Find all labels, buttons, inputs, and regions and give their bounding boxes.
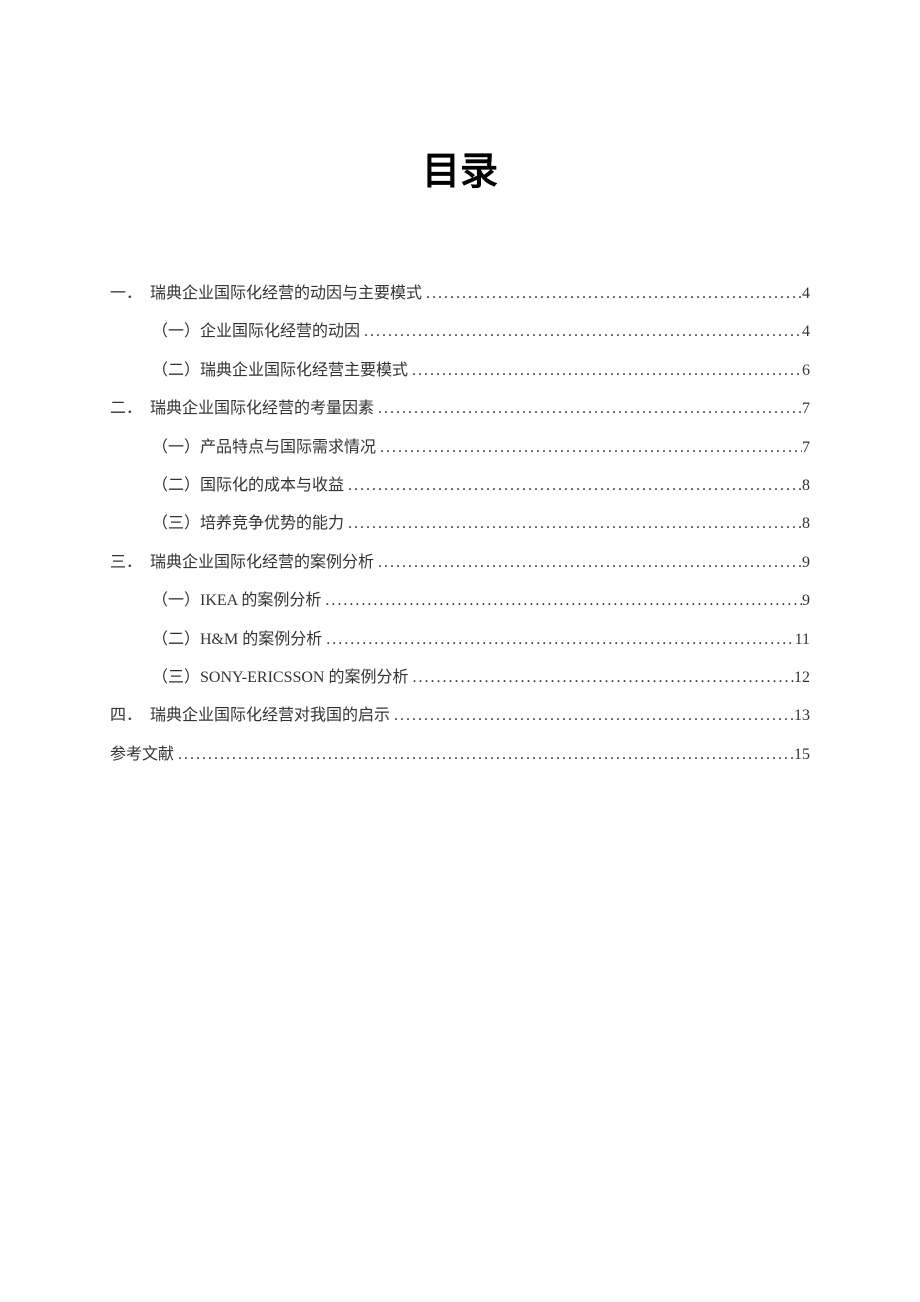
toc-entry: （二）H&M 的案例分析 11 — [110, 621, 810, 659]
toc-label: （二）H&M 的案例分析 — [152, 621, 322, 659]
toc-entry: 参考文献 15 — [110, 736, 810, 774]
toc-page-number: 7 — [802, 429, 810, 467]
toc-page-number: 13 — [794, 697, 810, 735]
toc-page-number: 4 — [802, 275, 810, 313]
toc-prefix: 一． — [110, 275, 150, 313]
toc-leader-dots — [422, 275, 802, 313]
toc-prefix: 三． — [110, 544, 150, 582]
toc-leader-dots — [408, 659, 794, 697]
toc-page-number: 8 — [802, 467, 810, 505]
toc-leader-dots — [390, 697, 794, 735]
page-title: 目录 — [110, 140, 810, 195]
toc-label: （二）国际化的成本与收益 — [152, 467, 344, 505]
toc-entry: 二．瑞典企业国际化经营的考量因素 7 — [110, 390, 810, 428]
toc-page-number: 7 — [802, 390, 810, 428]
toc-entry: （二）国际化的成本与收益 8 — [110, 467, 810, 505]
toc-label: 瑞典企业国际化经营的考量因素 — [150, 390, 374, 428]
toc-leader-dots — [322, 621, 794, 659]
toc-entry: （一）产品特点与国际需求情况 7 — [110, 429, 810, 467]
toc-entry: 三．瑞典企业国际化经营的案例分析 9 — [110, 544, 810, 582]
toc-page-number: 11 — [795, 621, 810, 659]
toc-page-number: 15 — [794, 736, 810, 774]
toc-entry: （一）企业国际化经营的动因 4 — [110, 313, 810, 351]
toc-page-number: 9 — [802, 582, 810, 620]
toc-page-number: 9 — [802, 544, 810, 582]
toc-label: 瑞典企业国际化经营的动因与主要模式 — [150, 275, 422, 313]
toc-label: 瑞典企业国际化经营对我国的启示 — [150, 697, 390, 735]
toc-leader-dots — [344, 505, 802, 543]
toc-leader-dots — [374, 390, 802, 428]
toc-leader-dots — [360, 313, 802, 351]
toc-entry: 四．瑞典企业国际化经营对我国的启示 13 — [110, 697, 810, 735]
toc-entry: （一）IKEA 的案例分析 9 — [110, 582, 810, 620]
toc-page-number: 6 — [802, 352, 810, 390]
toc-label: （三）SONY-ERICSSON 的案例分析 — [152, 659, 408, 697]
toc-leader-dots — [174, 736, 794, 774]
toc-label: （一）产品特点与国际需求情况 — [152, 429, 376, 467]
toc-label: （三）培养竞争优势的能力 — [152, 505, 344, 543]
toc-leader-dots — [408, 352, 802, 390]
toc-page-number: 12 — [794, 659, 810, 697]
toc-leader-dots — [344, 467, 802, 505]
toc-entry: （三）SONY-ERICSSON 的案例分析 12 — [110, 659, 810, 697]
document-page: 目录 一．瑞典企业国际化经营的动因与主要模式4（一）企业国际化经营的动因4（二）… — [0, 0, 920, 774]
toc-leader-dots — [374, 544, 802, 582]
toc-label: 参考文献 — [110, 736, 174, 774]
toc-entry: （二）瑞典企业国际化经营主要模式 6 — [110, 352, 810, 390]
toc-leader-dots — [321, 582, 802, 620]
toc-label: （一）企业国际化经营的动因 — [152, 313, 360, 351]
toc-prefix: 四． — [110, 697, 150, 735]
toc-prefix: 二． — [110, 390, 150, 428]
toc-entry: 一．瑞典企业国际化经营的动因与主要模式 4 — [110, 275, 810, 313]
toc-page-number: 4 — [802, 313, 810, 351]
toc-leader-dots — [376, 429, 802, 467]
table-of-contents: 一．瑞典企业国际化经营的动因与主要模式4（一）企业国际化经营的动因4（二）瑞典企… — [110, 275, 810, 774]
toc-label: 瑞典企业国际化经营的案例分析 — [150, 544, 374, 582]
toc-label: （二）瑞典企业国际化经营主要模式 — [152, 352, 408, 390]
toc-entry: （三）培养竞争优势的能力 8 — [110, 505, 810, 543]
toc-page-number: 8 — [802, 505, 810, 543]
toc-label: （一）IKEA 的案例分析 — [152, 582, 321, 620]
